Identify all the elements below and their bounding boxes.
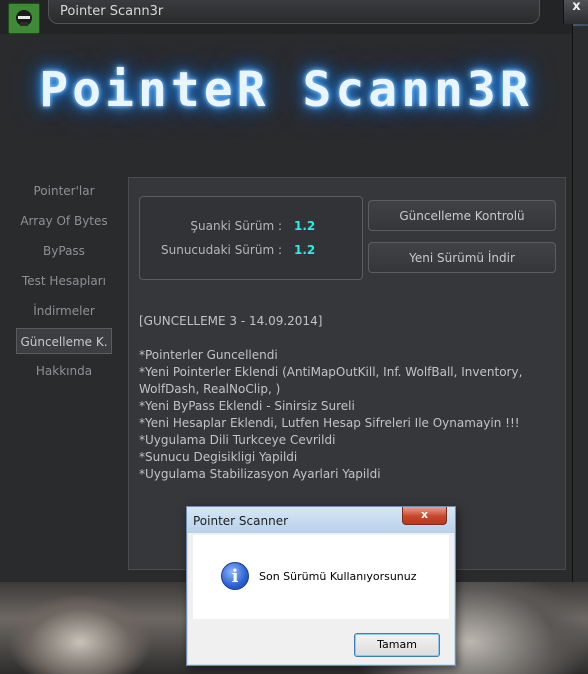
changelog-line: WolfDash, RealNoClip, ): [139, 382, 281, 396]
server-version-label: Sunucudaki Sürüm :: [160, 243, 282, 257]
changelog-line: *Yeni Hesaplar Eklendi, Lutfen Hesap Sif…: [139, 416, 520, 430]
server-version-value: 1.2: [294, 243, 316, 257]
sidebar-item-test-accounts[interactable]: Test Hesapları: [16, 268, 112, 294]
current-version-label: Şuanki Sürüm :: [190, 219, 282, 233]
info-icon: i: [221, 562, 249, 590]
close-button[interactable]: x: [563, 0, 588, 24]
sidebar-item-update-check[interactable]: Güncelleme K.: [16, 328, 112, 354]
changelog-line: *Uygulama Dili Turkceye Cevrildi: [139, 433, 336, 447]
dialog-close-button[interactable]: x: [402, 507, 447, 525]
sidebar-item-pointers[interactable]: Pointer'lar: [16, 178, 112, 204]
window-title: Pointer Scann3r: [48, 0, 540, 24]
title-bar: Pointer Scann3r x: [0, 0, 588, 34]
sidebar-item-about[interactable]: Hakkında: [16, 358, 112, 384]
changelog-line: *Pointerler Guncellendi: [139, 348, 278, 362]
changelog-line: *Uygulama Stabilizasyon Ayarlari Yapildi: [139, 467, 381, 481]
changelog-line: *Sunucu Degisikligi Yapildi: [139, 450, 298, 464]
version-box: Şuanki Sürüm : 1.2 Sunucudaki Sürüm : 1.…: [139, 196, 363, 280]
sidebar-item-array-of-bytes[interactable]: Array Of Bytes: [16, 208, 112, 234]
ok-button[interactable]: Tamam: [354, 633, 440, 657]
changelog-header: [GUNCELLEME 3 - 14.09.2014]: [139, 314, 323, 328]
changelog-line: *Yeni Pointerler Eklendi (AntiMapOutKill…: [139, 365, 523, 379]
sidebar: Pointer'lar Array Of Bytes ByPass Test H…: [16, 178, 112, 388]
app-icon: [8, 3, 40, 34]
main-window: Pointer Scann3r x PointeR Scann3R Pointe…: [0, 0, 588, 582]
hacker-mask-icon: [16, 9, 32, 26]
current-version-value: 1.2: [294, 219, 316, 233]
dialog-message: Son Sürümü Kullanıyorsunuz: [259, 570, 417, 583]
check-update-button[interactable]: Güncelleme Kontrolü: [368, 200, 556, 231]
changelog-line: *Yeni ByPass Eklendi - Sinirsiz Sureli: [139, 399, 355, 413]
dialog-body: i Son Sürümü Kullanıyorsunuz: [193, 535, 449, 619]
dialog-footer: Tamam: [193, 619, 449, 661]
download-new-version-button[interactable]: Yeni Sürümü İndir: [368, 242, 556, 273]
message-dialog: Pointer Scanner x i Son Sürümü Kullanıyo…: [186, 506, 456, 666]
app-logo: PointeR Scann3R: [39, 62, 533, 118]
current-version-row: Şuanki Sürüm : 1.2: [140, 219, 362, 239]
changelog: [GUNCELLEME 3 - 14.09.2014] *Pointerler …: [139, 313, 559, 483]
sidebar-item-bypass[interactable]: ByPass: [16, 238, 112, 264]
server-version-row: Sunucudaki Sürüm : 1.2: [140, 243, 362, 263]
sidebar-item-downloads[interactable]: İndirmeler: [16, 298, 112, 324]
